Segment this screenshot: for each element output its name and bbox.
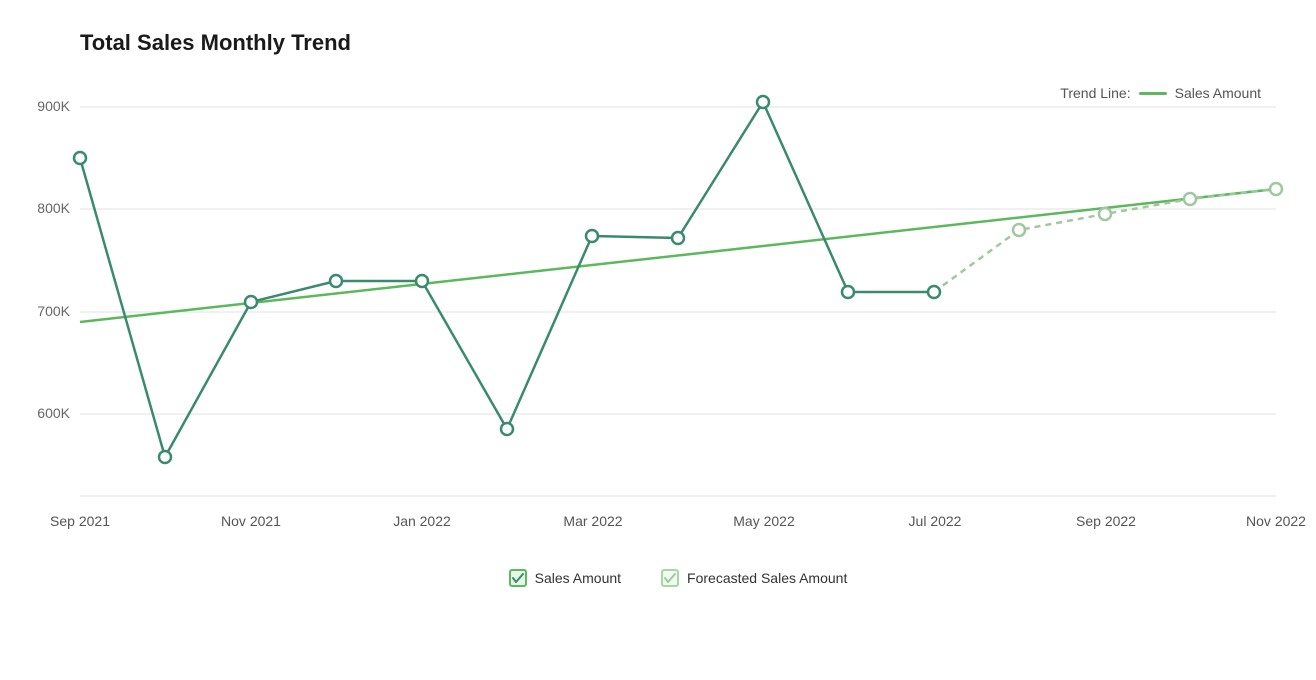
dot-jun2022 xyxy=(842,286,854,298)
x-label-sep2021: Sep 2021 xyxy=(50,513,110,529)
checkmark-forecasted-icon xyxy=(664,572,676,584)
legend-checkbox-forecasted xyxy=(661,569,679,587)
trend-line-legend-line xyxy=(1139,92,1167,95)
dot-apr2022 xyxy=(672,232,684,244)
dot-jan2022 xyxy=(416,275,428,287)
x-label-jan2022: Jan 2022 xyxy=(393,513,451,529)
legend-label-sales: Sales Amount xyxy=(535,570,621,586)
dot-oct2022 xyxy=(1184,193,1196,205)
main-chart: 900K 800K 700K 600K Sep 2021 Nov 2021 Ja… xyxy=(80,66,1276,546)
legend-checkbox-sales xyxy=(509,569,527,587)
dot-sep2022 xyxy=(1099,208,1111,220)
trend-line-legend: Trend Line: Sales Amount xyxy=(1060,85,1261,101)
y-label-800k: 800K xyxy=(37,200,70,216)
legend-item-forecasted: Forecasted Sales Amount xyxy=(661,569,847,587)
x-label-sep2022: Sep 2022 xyxy=(1076,513,1136,529)
legend-item-sales: Sales Amount xyxy=(509,569,621,587)
x-label-mar2022: Mar 2022 xyxy=(563,513,622,529)
dot-dec2021 xyxy=(330,275,342,287)
x-label-jul2022: Jul 2022 xyxy=(909,513,962,529)
dot-mar2022 xyxy=(586,230,598,242)
checkmark-icon xyxy=(512,572,524,584)
bottom-legend: Sales Amount Forecasted Sales Amount xyxy=(80,569,1276,587)
x-label-nov2021: Nov 2021 xyxy=(221,513,281,529)
dot-nov2021 xyxy=(245,296,257,308)
dot-nov2022 xyxy=(1270,183,1282,195)
trend-line-label: Trend Line: xyxy=(1060,85,1130,101)
x-label-may2022: May 2022 xyxy=(733,513,795,529)
forecasted-sales-line xyxy=(934,189,1276,292)
chart-container: Total Sales Monthly Trend Trend Line: Sa… xyxy=(0,0,1316,680)
y-label-600k: 600K xyxy=(37,405,70,421)
legend-label-forecasted: Forecasted Sales Amount xyxy=(687,570,847,586)
dot-oct2021 xyxy=(159,451,171,463)
x-label-nov2022: Nov 2022 xyxy=(1246,513,1306,529)
chart-title: Total Sales Monthly Trend xyxy=(80,30,1276,56)
dot-jul2022 xyxy=(928,286,940,298)
dot-sep2021 xyxy=(74,152,86,164)
dot-feb2022 xyxy=(501,423,513,435)
dot-may2022 xyxy=(757,96,769,108)
dot-aug2022 xyxy=(1013,224,1025,236)
y-label-900k: 900K xyxy=(37,98,70,114)
y-label-700k: 700K xyxy=(37,303,70,319)
sales-amount-line xyxy=(80,102,934,457)
trend-line-series-label: Sales Amount xyxy=(1175,85,1261,101)
